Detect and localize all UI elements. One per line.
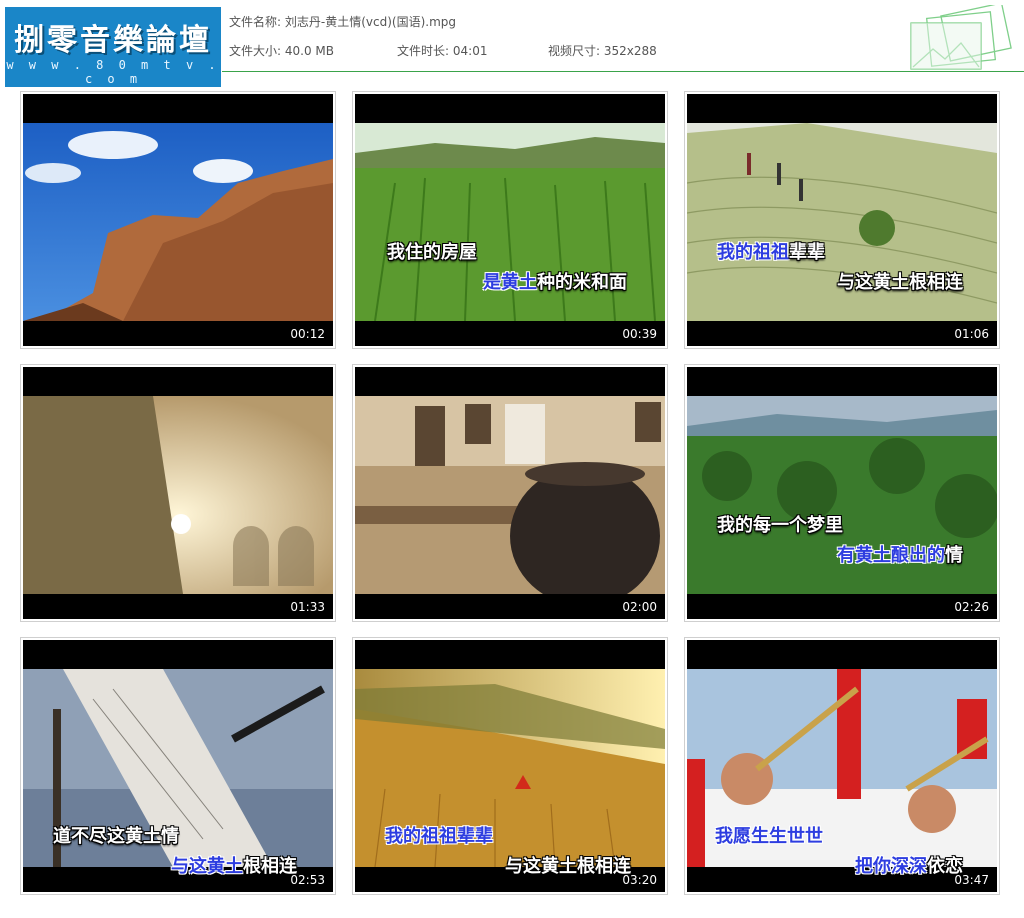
thumbnail-timestamp: 02:26: [954, 600, 989, 614]
lyric-segment: 我愿生生世世: [715, 826, 823, 847]
lyric-line: 与这黄土根相连: [171, 852, 297, 878]
lyric-segment: 种的米和面: [537, 272, 627, 293]
video-thumbnail[interactable]: 道不尽这黄土情与这黄土根相连 02:53: [20, 637, 336, 895]
lyric-line: 我的祖祖辈辈: [385, 822, 493, 848]
lyric-line: 与这黄土根相连: [837, 268, 963, 294]
lyric-segment: 我的每一个梦里: [717, 515, 843, 536]
file-name-info: 文件名称: 刘志丹-黄土情(vcd)(国语).mpg: [229, 13, 456, 30]
forum-logo: 捌零音樂論壇 w w w . 8 0 m t v . c o m: [5, 7, 221, 87]
thumbnail-frame: 我的祖祖辈辈 与这黄土根相连 03:20: [355, 640, 665, 892]
duration-value: 04:01: [452, 44, 488, 58]
lyric-line: 与这黄土根相连: [505, 852, 631, 878]
duration-info: 文件时长: 04:01: [397, 42, 487, 59]
thumbnail-timestamp: 03:47: [954, 873, 989, 887]
file-name-value: 刘志丹-黄土情(vcd)(国语).mpg: [284, 15, 456, 29]
lyric-segment: 道不尽这黄土情: [53, 826, 179, 847]
lyric-line: 是黄土种的米和面: [483, 268, 627, 294]
video-thumbnail[interactable]: 我的每一个梦里有黄土酿出的情 02:26: [684, 364, 1000, 622]
video-thumbnail[interactable]: 我愿生生世世把你深深依恋 03:47: [684, 637, 1000, 895]
thumbnail-timestamp: 00:39: [622, 327, 657, 341]
thumbnail-frame: 01:33: [23, 367, 333, 619]
video-thumbnail[interactable]: 我的祖祖辈辈 与这黄土根相连 01:06: [684, 91, 1000, 349]
thumbnail-image: [355, 396, 665, 594]
dimensions-label: 视频尺寸:: [548, 44, 601, 58]
thumbnail-frame: 我愿生生世世把你深深依恋 03:47: [687, 640, 997, 892]
video-thumbnail[interactable]: 我的祖祖辈辈 与这黄土根相连 03:20: [352, 637, 668, 895]
lyric-line: 我愿生生世世: [715, 822, 823, 848]
lyric-line: 我的祖祖辈辈: [717, 238, 825, 264]
thumbnail-image: [23, 396, 333, 594]
file-size-value: 40.0 MB: [284, 44, 334, 58]
video-thumbnail[interactable]: 00:12: [20, 91, 336, 349]
thumbnail-frame: 道不尽这黄土情与这黄土根相连 02:53: [23, 640, 333, 892]
thumbnail-timestamp: 01:06: [954, 327, 989, 341]
file-size-label: 文件大小:: [229, 44, 282, 58]
thumbnail-timestamp: 02:53: [290, 873, 325, 887]
lyric-segment: 我住的房屋: [387, 242, 477, 263]
file-name-label: 文件名称:: [229, 15, 282, 29]
lyric-segment: 有黄土酿出的: [837, 545, 945, 566]
lyric-segment: 与这黄土: [171, 856, 243, 877]
thumbnail-frame: 我的每一个梦里有黄土酿出的情 02:26: [687, 367, 997, 619]
logo-title: 捌零音樂論壇: [14, 23, 212, 58]
lyric-line: 我的每一个梦里: [717, 511, 843, 537]
lyric-segment: 根相连: [243, 856, 297, 877]
video-thumbnail[interactable]: 我住的房屋 是黄土种的米和面 00:39: [352, 91, 668, 349]
lyric-segment: 与这黄土根相连: [837, 272, 963, 293]
thumbnail-image: [23, 123, 333, 321]
picture-stack-icon: [910, 5, 1012, 70]
thumbnail-frame: 我住的房屋 是黄土种的米和面 00:39: [355, 94, 665, 346]
lyric-line: 有黄土酿出的情: [837, 541, 963, 567]
thumbnail-timestamp: 00:12: [290, 327, 325, 341]
thumbnail-timestamp: 01:33: [290, 600, 325, 614]
lyric-segment: 与这黄土根相连: [505, 856, 631, 877]
file-size-info: 文件大小: 40.0 MB: [229, 42, 334, 59]
thumbnail-frame: 00:12: [23, 94, 333, 346]
duration-label: 文件时长:: [397, 44, 450, 58]
lyric-line: 我住的房屋: [387, 238, 477, 264]
lyric-segment: 情: [945, 545, 963, 566]
thumbnail-timestamp: 03:20: [622, 873, 657, 887]
lyric-line: 道不尽这黄土情: [53, 822, 179, 848]
logo-url: w w w . 8 0 m t v . c o m: [6, 58, 220, 86]
lyric-segment: 辈辈: [789, 242, 825, 263]
video-thumbnail[interactable]: 01:33: [20, 364, 336, 622]
lyric-segment: 是黄土: [483, 272, 537, 293]
lyric-line: 把你深深依恋: [855, 852, 963, 878]
header-divider: [222, 71, 1024, 72]
video-thumbnail[interactable]: 02:00: [352, 364, 668, 622]
thumbnail-frame: 02:00: [355, 367, 665, 619]
lyric-segment: 我的祖祖: [717, 242, 789, 263]
lyric-segment: 把你深深: [855, 856, 927, 877]
thumbnail-frame: 我的祖祖辈辈 与这黄土根相连 01:06: [687, 94, 997, 346]
lyric-segment: 我的祖祖辈辈: [385, 826, 493, 847]
dimensions-value: 352x288: [603, 44, 657, 58]
dimensions-info: 视频尺寸: 352x288: [548, 42, 657, 59]
thumbnail-timestamp: 02:00: [622, 600, 657, 614]
